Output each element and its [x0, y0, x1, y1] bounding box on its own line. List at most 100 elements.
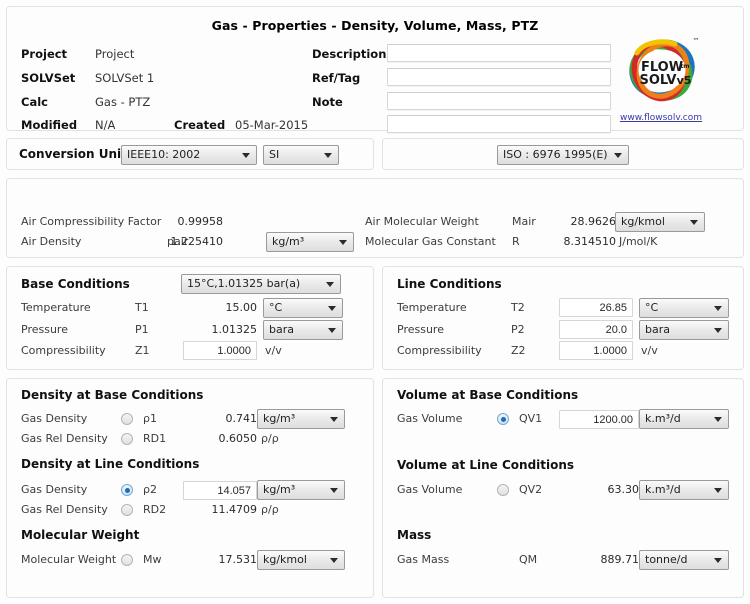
base-compressibility-input[interactable] [183, 341, 257, 360]
density-line-rel-density-label: Gas Rel Density [21, 503, 108, 516]
chevron-down-icon [690, 220, 698, 225]
air-density-unit-select[interactable]: kg/m³ [266, 232, 354, 252]
standard-select[interactable]: IEEE10: 2002 [121, 145, 257, 165]
line-pressure-label: Pressure [397, 323, 444, 336]
molecular-weight-unit-value: kg/kmol [263, 553, 307, 566]
volume-base-gas-volume-input[interactable] [559, 410, 639, 429]
air-compressibility-label: Air Compressibility Factor [21, 215, 162, 228]
mass-gas-mass-unit-select[interactable]: tonne/d [639, 550, 729, 570]
volume-line-gas-volume-unit-select[interactable]: k.m³/d [639, 480, 729, 500]
iso-standard-select[interactable]: ISO : 6976 1995(E) [497, 145, 629, 165]
molecular-weight-title: Molecular Weight [21, 528, 140, 542]
line-temperature-unit-select[interactable]: °C [639, 298, 729, 318]
base-temperature-unit-select[interactable]: °C [263, 298, 343, 318]
base-conditions-preset-select[interactable]: 15°C,1.01325 bar(a) [181, 274, 341, 294]
standard-select-value: IEEE10: 2002 [127, 148, 201, 161]
density-line-gas-density-symbol: ρ2 [143, 483, 157, 496]
molecular-weight-unit-select[interactable]: kg/kmol [257, 550, 345, 570]
density-base-gas-density-label: Gas Density [21, 412, 88, 425]
line-pressure-input[interactable] [559, 320, 633, 339]
volume-base-gas-volume-label: Gas Volume [397, 412, 463, 425]
density-line-rel-density-value: 11.4709 [211, 503, 258, 516]
density-line-gas-density-unit-select[interactable]: kg/m³ [257, 480, 345, 500]
density-base-gas-density-unit-value: kg/m³ [263, 412, 296, 425]
density-base-rel-density-radio[interactable] [121, 433, 133, 445]
line-temperature-symbol: T2 [511, 301, 525, 314]
line-compressibility-unit: v/v [641, 344, 658, 357]
density-line-gas-density-radio[interactable] [121, 484, 133, 496]
modified-value: N/A [95, 118, 116, 132]
density-base-gas-density-symbol: ρ1 [143, 412, 157, 425]
line-conditions-panel: Line Conditions Temperature T2 °C Pressu… [382, 266, 744, 370]
volume-line-gas-volume-label: Gas Volume [397, 483, 463, 496]
mass-gas-mass-unit-value: tonne/d [645, 553, 688, 566]
flowsolv-url-link[interactable]: www.flowsolv.com [615, 113, 707, 123]
base-compressibility-symbol: Z1 [135, 344, 150, 357]
note-extra-field[interactable] [387, 115, 611, 133]
calc-label: Calc [21, 95, 48, 109]
chevron-down-icon [324, 153, 332, 158]
svg-text:tm: tm [680, 63, 689, 70]
air-molecular-weight-value: 28.9626 [570, 215, 617, 228]
density-base-gas-density-unit-select[interactable]: kg/m³ [257, 409, 345, 429]
volume-mass-panel: Volume at Base Conditions Gas Volume QV1… [382, 378, 744, 598]
created-value: 05-Mar-2015 [235, 118, 309, 132]
density-base-rel-density-value: 0.6050 [218, 432, 258, 445]
mass-gas-mass-value: 889.71 [600, 553, 640, 566]
volume-line-gas-volume-symbol: QV2 [519, 483, 543, 496]
molecular-weight-radio[interactable] [121, 554, 133, 566]
chevron-down-icon [328, 328, 336, 333]
base-temperature-value: 15.00 [225, 301, 258, 314]
line-pressure-unit-select[interactable]: bara [639, 320, 729, 340]
calc-value: Gas - PTZ [95, 95, 151, 109]
header-panel: Gas - Properties - Density, Volume, Mass… [6, 6, 744, 133]
base-conditions-preset-value: 15°C,1.01325 bar(a) [187, 277, 301, 290]
volume-line-gas-volume-radio[interactable] [497, 484, 509, 496]
svg-text:v5: v5 [677, 74, 692, 87]
base-pressure-unit-select[interactable]: bara [263, 320, 343, 340]
air-properties-panel: Air Compressibility Factor 0.99958 Air D… [6, 178, 744, 258]
project-label: Project [21, 47, 68, 61]
density-line-rel-density-unit: ρ/ρ [261, 503, 279, 516]
chevron-down-icon [242, 153, 250, 158]
base-pressure-symbol: P1 [135, 323, 149, 336]
reftag-label: Ref/Tag [312, 71, 361, 85]
reftag-field[interactable] [387, 68, 611, 86]
density-line-rel-density-radio[interactable] [121, 504, 133, 516]
chevron-down-icon [330, 558, 338, 563]
unit-system-select[interactable]: SI [263, 145, 339, 165]
mass-gas-mass-symbol: QM [519, 553, 538, 566]
air-molecular-weight-unit-select[interactable]: kg/kmol [615, 212, 705, 232]
density-line-title: Density at Line Conditions [21, 457, 200, 471]
air-molecular-weight-symbol: Mair [512, 215, 536, 228]
molecular-gas-constant-label: Molecular Gas Constant [365, 235, 496, 248]
density-base-gas-density-radio[interactable] [121, 413, 133, 425]
volume-base-gas-volume-radio[interactable] [497, 413, 509, 425]
base-compressibility-label: Compressibility [21, 344, 106, 357]
line-compressibility-label: Compressibility [397, 344, 482, 357]
note-label: Note [312, 95, 343, 109]
line-compressibility-symbol: Z2 [511, 344, 526, 357]
base-compressibility-unit: v/v [265, 344, 282, 357]
mass-title: Mass [397, 528, 432, 542]
molecular-gas-constant-unit: J/mol/K [619, 235, 658, 248]
molecular-gas-constant-value: 8.314510 [563, 235, 617, 248]
solvset-label: SOLVSet [21, 71, 76, 85]
density-line-gas-density-input[interactable] [183, 481, 257, 500]
iso-standard-select-value: ISO : 6976 1995(E) [503, 148, 608, 161]
flowsolv-logo-icon: FLOW tm SOLV v5 ™ [629, 37, 700, 102]
iso-standard-panel: ISO : 6976 1995(E) [382, 138, 744, 170]
density-line-gas-density-label: Gas Density [21, 483, 88, 496]
volume-line-gas-volume-value: 63.30 [607, 483, 640, 496]
line-temperature-input[interactable] [559, 298, 633, 317]
line-temperature-unit-value: °C [645, 301, 659, 314]
chevron-down-icon [614, 153, 622, 158]
density-base-rel-density-symbol: RD1 [143, 432, 167, 445]
chevron-down-icon [330, 417, 338, 422]
volume-base-gas-volume-unit-select[interactable]: k.m³/d [639, 409, 729, 429]
chevron-down-icon [326, 282, 334, 287]
line-compressibility-input[interactable] [559, 341, 633, 360]
description-field[interactable] [387, 44, 611, 62]
note-field[interactable] [387, 92, 611, 110]
density-base-rel-density-label: Gas Rel Density [21, 432, 108, 445]
